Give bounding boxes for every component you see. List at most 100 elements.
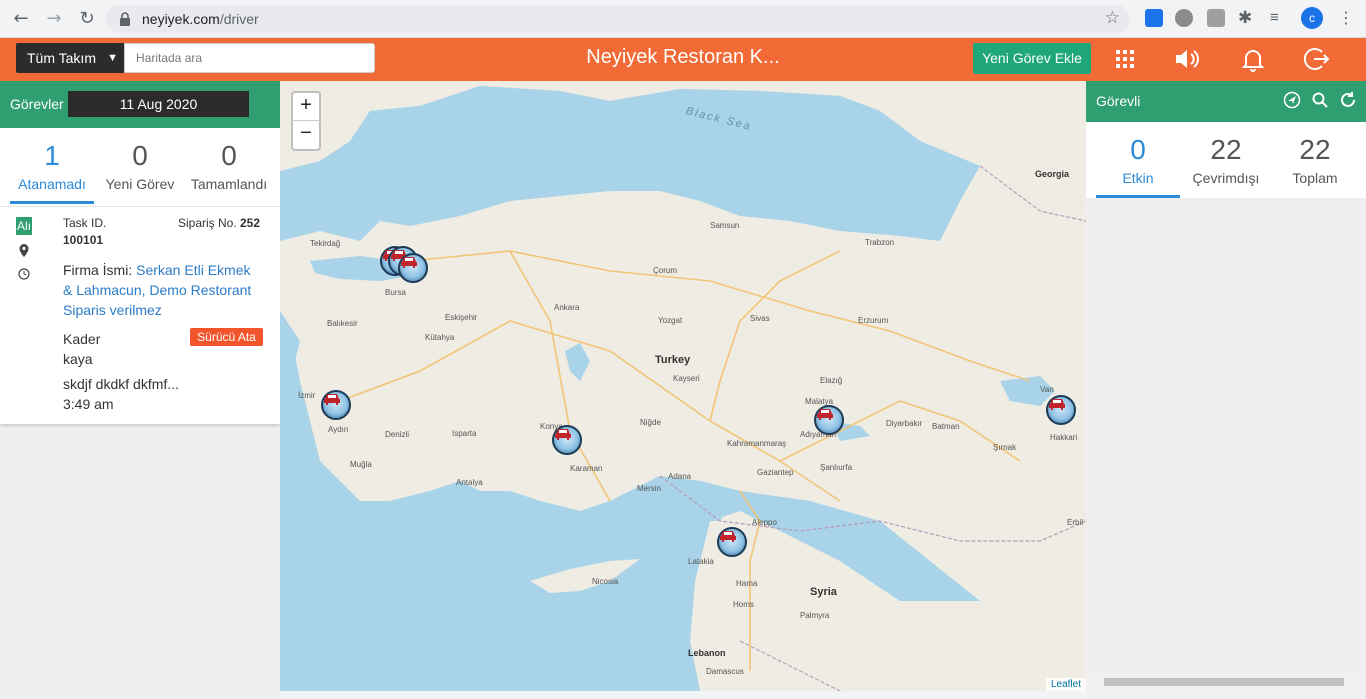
reload-icon[interactable]: ↻ — [75, 7, 99, 31]
task-id-label: Task ID. — [63, 216, 107, 230]
map-label-city: Muğla — [350, 460, 372, 469]
map-label-city: Erbil — [1067, 518, 1084, 527]
customer-first-name: Kader — [63, 331, 101, 347]
drivers-panel-title: Görevli — [1096, 93, 1141, 109]
tab-label: Çevrimdışı — [1192, 170, 1260, 186]
map-label-city: Gaziantep — [757, 468, 794, 477]
tasks-panel: Görevler 11 Aug 2020 1 Atanamadı 0 Yeni … — [0, 81, 280, 699]
company-name: Firma İsmi: Serkan Etli Ekmek & Lahmacun… — [63, 260, 263, 320]
customer-address: skdjf dkdkf dkfmf... — [63, 376, 179, 392]
lock-icon — [120, 12, 130, 26]
tab-unassigned[interactable]: 1 Atanamadı — [10, 128, 94, 206]
horizontal-scrollbar[interactable] — [1086, 675, 1366, 689]
order-label: Sipariş No. — [178, 216, 237, 230]
map-base-graphic — [280, 81, 1086, 691]
map-label-city: Şanlıurfa — [820, 463, 853, 472]
customer-last-name: kaya — [63, 351, 93, 367]
refresh-icon[interactable] — [1339, 91, 1357, 109]
map-label-city: Yozgat — [658, 316, 683, 325]
map-label-city: Sivas — [750, 314, 770, 323]
map-label-city: Palmyra — [800, 611, 830, 620]
map-label-city: Hakkari — [1050, 433, 1078, 442]
map-label-city: Balıkesir — [327, 319, 358, 328]
apps-grid-icon[interactable] — [1110, 44, 1140, 74]
back-arrow-icon[interactable]: ← — [9, 7, 33, 31]
map-label-city: Ankara — [554, 303, 580, 312]
car-icon — [1049, 399, 1065, 410]
order-value: 252 — [240, 216, 261, 230]
tab-label: Etkin — [1122, 170, 1154, 186]
assign-driver-button[interactable]: Sürücü Ata — [190, 328, 263, 346]
tasks-panel-title: Görevler — [10, 96, 64, 112]
navigation-icon[interactable] — [1283, 91, 1301, 109]
map-label-city: Karaman — [570, 464, 603, 473]
tab-total-drivers[interactable]: 22 Toplam — [1274, 122, 1356, 200]
map-label-country: Syria — [810, 586, 837, 598]
driver-marker[interactable] — [398, 253, 428, 283]
tab-offline-drivers[interactable]: 22 Çevrimdışı — [1186, 122, 1266, 200]
zoom-out-button[interactable]: − — [291, 121, 321, 151]
volume-icon[interactable] — [1172, 44, 1202, 74]
map-label-city: Diyarbakır — [886, 419, 923, 428]
car-icon — [555, 429, 571, 440]
profile-avatar[interactable]: c — [1301, 7, 1323, 29]
zoom-in-button[interactable]: + — [291, 91, 321, 121]
map-label-city: Çorum — [653, 266, 678, 275]
map-label-city: Nicosia — [592, 577, 619, 586]
clock-icon — [18, 268, 30, 280]
logout-icon[interactable] — [1302, 44, 1332, 74]
map-label-country: Georgia — [1035, 169, 1070, 179]
map-label-city: Homs — [733, 600, 754, 609]
task-id-value: 100101 — [63, 233, 104, 247]
tab-new-task[interactable]: 0 Yeni Görev — [100, 128, 180, 206]
forward-arrow-icon[interactable]: → — [42, 7, 66, 31]
media-icon[interactable]: ≡ — [1270, 9, 1288, 27]
extension-icon[interactable] — [1145, 9, 1163, 27]
map-attribution[interactable]: Leaflet — [1045, 678, 1086, 691]
map-label-city: Kütahya — [425, 333, 455, 342]
team-select-value: Tüm Takım — [27, 50, 96, 66]
tasks-panel-header: Görevler 11 Aug 2020 — [0, 81, 280, 128]
add-task-button[interactable]: Yeni Görev Ekle — [973, 43, 1091, 74]
adblock-icon[interactable] — [1175, 9, 1193, 27]
map-view[interactable]: Black Sea Turkey Syria Lebanon Georgia A… — [280, 81, 1086, 691]
map-label-city: Adana — [668, 472, 692, 481]
task-card[interactable]: Alı Task ID. 100101 Sipariş No. 252 Firm… — [0, 206, 280, 424]
star-icon[interactable]: ☆ — [1105, 8, 1120, 28]
photo-extension-icon[interactable] — [1207, 9, 1225, 27]
car-icon — [817, 409, 833, 420]
menu-dots-icon[interactable]: ⋮ — [1338, 9, 1356, 27]
puzzle-icon[interactable]: ✱ — [1238, 9, 1256, 27]
driver-marker[interactable] — [814, 405, 844, 435]
team-select[interactable]: Tüm Takım ▼ — [16, 43, 124, 73]
map-label-country: Lebanon — [688, 648, 726, 658]
url-text: neyiyek.com/driver — [142, 11, 259, 27]
map-label-country: Turkey — [655, 354, 691, 366]
bell-icon[interactable] — [1238, 44, 1268, 74]
tab-count: 0 — [221, 140, 237, 171]
map-label-city: Tekirdağ — [310, 239, 341, 248]
scrollbar-thumb[interactable] — [1104, 678, 1344, 686]
driver-marker[interactable] — [1046, 395, 1076, 425]
date-picker[interactable]: 11 Aug 2020 — [68, 91, 249, 117]
address-bar[interactable]: neyiyek.com/driver ☆ — [106, 5, 1130, 33]
tab-label: Yeni Görev — [105, 176, 175, 192]
map-search-input[interactable]: Haritada ara — [124, 43, 375, 73]
tab-count: 1 — [44, 140, 60, 171]
driver-marker[interactable] — [321, 390, 351, 420]
search-icon[interactable] — [1311, 91, 1329, 109]
tab-active-drivers[interactable]: 0 Etkin — [1096, 122, 1180, 200]
url-path: /driver — [219, 11, 259, 27]
driver-marker[interactable] — [552, 425, 582, 455]
map-label-city: Kahramanmaraş — [727, 439, 787, 448]
car-icon — [324, 394, 340, 405]
map-label-city: Trabzon — [865, 238, 895, 247]
tab-count: 22 — [1299, 134, 1331, 165]
map-label-city: Niğde — [640, 418, 661, 427]
task-status-tabs: 1 Atanamadı 0 Yeni Görev 0 Tamamlandı — [0, 128, 280, 206]
tab-completed[interactable]: 0 Tamamlandı — [188, 128, 270, 206]
driver-marker[interactable] — [717, 527, 747, 557]
map-label-city: Van — [1040, 385, 1054, 394]
status-badge: Alı — [16, 217, 32, 235]
map-label-city: Kayseri — [673, 374, 700, 383]
